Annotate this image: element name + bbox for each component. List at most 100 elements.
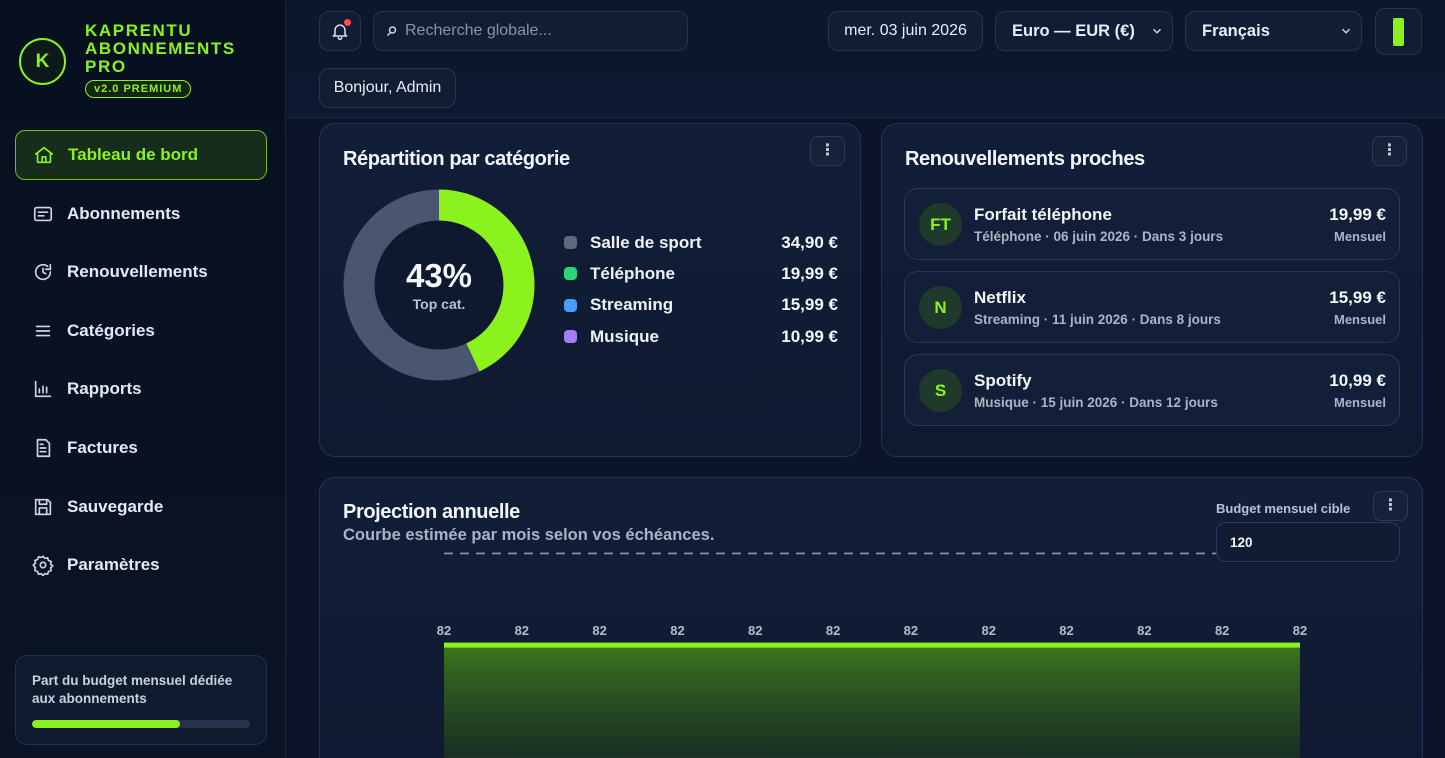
global-search[interactable] (373, 11, 688, 51)
renewal-amount: 19,99 € (1329, 205, 1386, 224)
save-icon (32, 496, 54, 518)
version-badge: v2.0 PREMIUM (85, 80, 192, 98)
sidebar-item-label: Sauvegarde (67, 496, 164, 516)
sidebar-item-renewals[interactable]: Renouvellements (15, 247, 267, 297)
donut-chart: 43% Top cat. (342, 188, 536, 382)
chevron-down-icon (1339, 24, 1353, 38)
legend-value: 10,99 € (781, 326, 838, 346)
legend-swatch (564, 298, 577, 312)
sidebar-item-categories[interactable]: Catégories (15, 306, 267, 356)
currency-select[interactable]: Euro — EUR (€) (995, 11, 1173, 51)
brand-name-line1: KAPRENTU (85, 21, 193, 40)
card-subtitle: Courbe estimée par mois selon vos échéan… (343, 526, 715, 544)
brand-name-line2: ABONNEMENTS (85, 39, 236, 58)
legend-item: Musique 10,99 € (564, 321, 838, 352)
donut-center-label: Top cat. (412, 296, 466, 312)
renewal-item[interactable]: S Spotify Musique · 15 juin 2026 · Dans … (904, 354, 1400, 426)
renewal-name: Netflix (974, 288, 1026, 307)
budget-share-fill (32, 720, 181, 728)
card-title: Renouvellements proches (905, 148, 1145, 170)
sidebar-item-backup[interactable]: Sauvegarde (15, 482, 267, 532)
renewal-amount: 10,99 € (1329, 371, 1386, 390)
donut-center-value: 43% (405, 257, 473, 294)
legend-label: Streaming (590, 295, 674, 315)
current-date: mer. 03 juin 2026 (828, 11, 983, 51)
renewal-meta: Téléphone · 06 juin 2026 · Dans 3 jours (974, 229, 1224, 244)
gear-icon (32, 554, 54, 577)
sidebar-item-dashboard[interactable]: Tableau de bord (15, 130, 267, 180)
sidebar-item-settings[interactable]: Paramètres (15, 540, 267, 590)
data-label: 82 (826, 623, 840, 638)
card-title: Projection annuelle (343, 501, 520, 523)
topbar: mer. 03 juin 2026 Euro — EUR (€) Françai… (287, 0, 1445, 118)
renewal-meta: Musique · 15 juin 2026 · Dans 12 jours (974, 395, 1218, 410)
legend-item: Streaming 15,99 € (564, 290, 838, 321)
greeting-badge: Bonjour, Admin (319, 68, 456, 108)
sidebar-item-subscriptions[interactable]: Abonnements (15, 189, 267, 239)
renewal-period: Mensuel (1333, 312, 1386, 327)
renewal-meta: Streaming · 11 juin 2026 · Dans 8 jours (974, 312, 1221, 327)
data-label: 82 (437, 623, 451, 638)
legend-swatch (564, 267, 577, 281)
home-icon (33, 144, 55, 166)
more-vertical-icon: ⋮ (819, 142, 836, 159)
currency-value: Euro — EUR (€) (1012, 21, 1135, 40)
notification-dot (344, 19, 351, 26)
legend-item: Téléphone 19,99 € (564, 258, 838, 289)
upcoming-renewals-card: Renouvellements proches ⋮ FT Forfait tél… (881, 123, 1423, 457)
refresh-icon (32, 261, 54, 283)
sidebar-item-invoices[interactable]: Factures (15, 423, 267, 473)
data-label: 82 (670, 623, 684, 638)
data-label: 82 (1293, 623, 1307, 638)
sidebar-nav: Tableau de bord Abonnements Renouvelleme… (15, 130, 267, 599)
brand-text: KAPRENTU ABONNEMENTS PRO v2.0 PREMIUM (85, 22, 245, 98)
bar-chart-icon (32, 378, 54, 400)
sidebar-item-label: Renouvellements (67, 262, 208, 282)
sidebar-item-reports[interactable]: Rapports (15, 364, 267, 414)
data-label: 82 (1137, 623, 1151, 638)
brand-name-line3: PRO (85, 57, 127, 76)
search-icon (386, 25, 398, 37)
budget-share-track (32, 720, 250, 728)
legend-item: Salle de sport 34,90 € (564, 227, 838, 258)
sidebar-item-label: Rapports (67, 379, 142, 399)
logo: K (19, 38, 66, 85)
theme-indicator-icon (1393, 17, 1404, 46)
brand: K KAPRENTU ABONNEMENTS PRO v2.0 PREMIUM (19, 22, 245, 98)
data-label: 82 (748, 623, 762, 638)
card-menu-button[interactable]: ⋮ (810, 136, 845, 166)
projection-area (444, 645, 1300, 758)
data-label: 82 (981, 623, 995, 638)
document-icon (32, 437, 54, 459)
more-vertical-icon: ⋮ (1381, 142, 1398, 159)
legend-value: 19,99 € (781, 263, 838, 283)
sidebar-item-label: Abonnements (67, 203, 181, 223)
data-label: 82 (1059, 623, 1073, 638)
language-select[interactable]: Français (1185, 11, 1362, 51)
sidebar-item-label: Catégories (67, 320, 155, 340)
category-breakdown-card: Répartition par catégorie ⋮ 43% Top cat.… (319, 123, 861, 457)
search-input[interactable] (405, 22, 675, 40)
theme-toggle-button[interactable] (1375, 8, 1422, 55)
renewal-item[interactable]: N Netflix Streaming · 11 juin 2026 · Dan… (904, 271, 1400, 343)
budget-target-input[interactable] (1216, 522, 1400, 562)
data-label: 82 (592, 623, 606, 638)
renewal-period: Mensuel (1333, 229, 1386, 244)
renewal-item[interactable]: FT Forfait téléphone Téléphone · 06 juin… (904, 188, 1400, 260)
legend-label: Téléphone (590, 263, 676, 283)
donut-legend: Salle de sport 34,90 € Téléphone 19,99 €… (564, 227, 838, 352)
data-label: 82 (515, 623, 529, 638)
legend-value: 15,99 € (781, 295, 838, 315)
avatar: S (919, 369, 962, 412)
budget-share-label: Part du budget mensuel dédiée aux abonne… (32, 673, 233, 706)
donut-center: 43% Top cat. (342, 188, 536, 382)
legend-label: Salle de sport (590, 232, 702, 252)
avatar: FT (919, 203, 962, 246)
legend-value: 34,90 € (781, 232, 838, 252)
notifications-button[interactable] (319, 11, 361, 51)
budget-target-label: Budget mensuel cible (1216, 501, 1351, 516)
card-menu-button[interactable]: ⋮ (1372, 136, 1407, 166)
legend-label: Musique (590, 326, 659, 346)
sidebar-item-label: Tableau de bord (68, 145, 199, 164)
card-menu-button[interactable]: ⋮ (1373, 491, 1408, 521)
